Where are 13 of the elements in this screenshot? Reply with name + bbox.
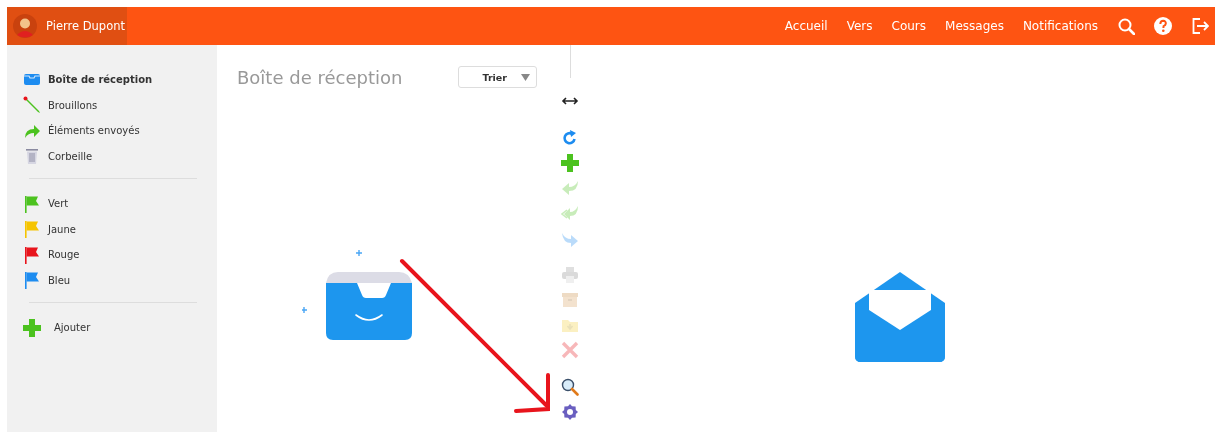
flag-item[interactable]: Jaune <box>23 216 197 242</box>
folder-item[interactable]: Boîte de réception <box>23 67 197 93</box>
folder-item[interactable]: Brouillons <box>23 92 197 118</box>
add-button[interactable]: Ajouter <box>23 315 197 341</box>
user-name[interactable]: Pierre Dupont <box>46 19 125 33</box>
list-title: Boîte de réception <box>237 66 403 88</box>
flag-item[interactable]: Vert <box>23 191 197 217</box>
flag-item[interactable]: Bleu <box>23 267 197 293</box>
folder-item[interactable]: Corbeille <box>23 143 197 169</box>
sort-dropdown[interactable]: Trier <box>458 66 537 88</box>
user-menu[interactable]: Pierre Dupont <box>7 7 127 45</box>
flag-item[interactable]: Rouge <box>23 242 197 268</box>
folder-item[interactable]: Éléments envoyés <box>23 118 197 144</box>
